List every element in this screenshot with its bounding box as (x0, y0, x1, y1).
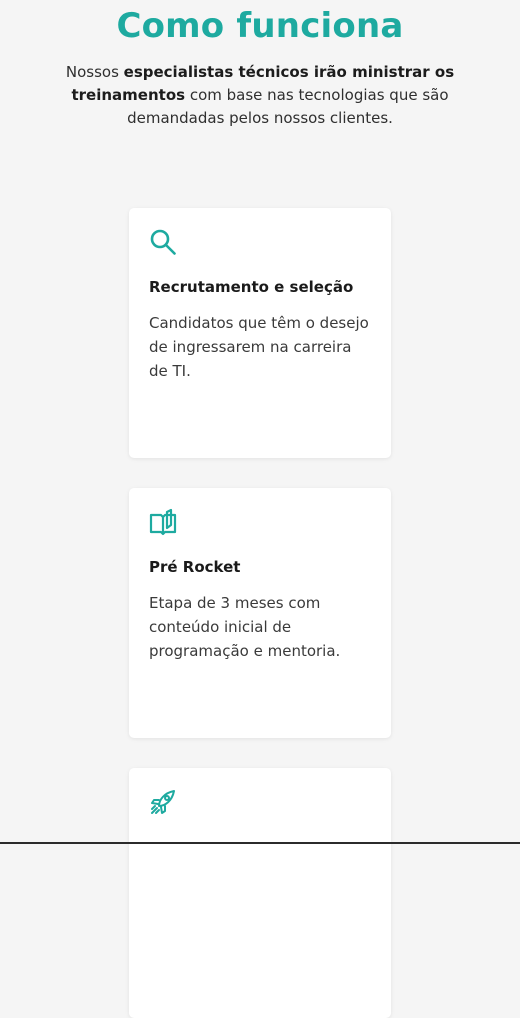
book-open-icon (149, 508, 177, 536)
card-title: Recrutamento e seleção (149, 278, 354, 296)
card-description: Candidatos que têm o desejo de ingressar… (149, 314, 369, 380)
card-title: Pré Rocket (149, 558, 241, 576)
card-pre-rocket: Pré Rocket Etapa de 3 meses com conteúdo… (129, 488, 391, 738)
subtitle-text-1: Nossos (65, 63, 124, 81)
card-rocket (129, 768, 391, 1018)
card-description: Etapa de 3 meses com conteúdo inicial de… (149, 594, 341, 660)
rocket-icon (149, 788, 177, 816)
card-recrutamento: Recrutamento e seleção Candidatos que tê… (129, 208, 391, 458)
search-icon (149, 228, 177, 256)
section-title: Como funciona (116, 6, 404, 46)
section-subtitle: Nossos especialistas técnicos irão minis… (40, 61, 480, 130)
